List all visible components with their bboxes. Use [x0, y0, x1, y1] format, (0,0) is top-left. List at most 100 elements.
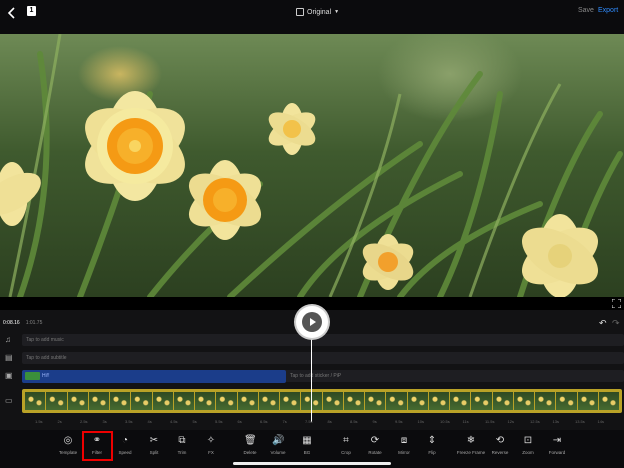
tool-fx-button[interactable]: ✧ FX — [196, 435, 226, 461]
filmstrip-frame — [492, 392, 513, 410]
filmstrip-frame — [535, 392, 556, 410]
aspect-ratio-selector[interactable]: Original ▼ — [296, 5, 339, 19]
time-ruler: 1.5s 2s 2.5s 3s 3.5s 4s 4.5s 5s 5.5s 6s 6.5s 7s 7.5s… — [0, 419, 624, 427]
tool-freeze-frame-button[interactable]: ❄ Freeze Frame — [456, 435, 486, 461]
filmstrip-frame — [25, 392, 46, 410]
ruler-tick-label: 12s — [507, 419, 514, 424]
tool-label: Template — [58, 450, 78, 455]
crop-icon: ⌗ — [343, 435, 349, 446]
ruler-tick-label: 4s — [147, 419, 152, 424]
filmstrip-frame — [131, 392, 152, 410]
fullscreen-icon[interactable] — [612, 299, 621, 308]
tool-speed-button[interactable]: ◔ Speed — [110, 435, 140, 461]
tool-label: Volume — [270, 450, 286, 455]
back-arrow-icon[interactable] — [4, 5, 20, 21]
filmstrip-frame — [450, 392, 471, 410]
zoom-icon: ⊡ — [523, 435, 533, 446]
filmstrip-frame — [428, 392, 449, 410]
filmstrip-frame — [46, 392, 67, 410]
filmstrip-frame — [322, 392, 343, 410]
template-icon: ◎ — [63, 435, 73, 446]
save-button[interactable]: Save — [578, 7, 594, 14]
ruler-tick-label: 2s — [57, 419, 62, 424]
filmstrip-frame — [598, 392, 619, 410]
tool-label: Freeze Frame — [456, 450, 486, 455]
daffodil-scene — [0, 34, 623, 297]
tool-delete-button[interactable]: 🗑 Delete — [235, 435, 265, 461]
ruler-tick-label: 8.5s — [350, 419, 358, 424]
tool-bg-button[interactable]: ▦ BG — [292, 435, 322, 461]
tool-volume-button[interactable]: 🔊 Volume — [263, 435, 293, 461]
filmstrip-frames — [25, 392, 619, 410]
filmstrip-frame — [195, 392, 216, 410]
delete-icon: 🗑 — [244, 435, 257, 446]
tool-label: Forward — [548, 450, 566, 455]
total-time: 1:01.75 — [25, 320, 43, 326]
video-clip-filmstrip[interactable] — [22, 389, 622, 413]
tool-label: Delete — [243, 450, 257, 455]
tool-label: Flip — [428, 450, 436, 455]
ruler-tick-label: 7s — [282, 419, 287, 424]
playhead[interactable] — [311, 330, 312, 422]
ruler-tick-label: 6.5s — [260, 419, 268, 424]
music-note-icon: ♫ — [5, 335, 11, 344]
tool-zoom-button[interactable]: ⊡ Zoom — [513, 435, 543, 461]
ruler-tick-label: 13.5s — [575, 419, 585, 424]
ruler-tick-label: 3s — [102, 419, 107, 424]
text-clip[interactable]: Hi!! — [22, 370, 286, 383]
current-time: 0:08.16 — [3, 320, 20, 326]
export-button[interactable]: Export — [598, 7, 618, 14]
filmstrip-frame — [386, 392, 407, 410]
chevron-down-icon: ▼ — [334, 9, 340, 15]
split-icon: ✂ — [149, 435, 159, 446]
filmstrip-frame — [152, 392, 173, 410]
ruler-tick-label: 13s — [552, 419, 559, 424]
ruler-tick-label: 10.5s — [440, 419, 450, 424]
tool-reverse-button[interactable]: ⟲ Reverse — [485, 435, 515, 461]
filmstrip-frame — [88, 392, 109, 410]
volume-icon: 🔊 — [272, 435, 285, 446]
tool-forward-button[interactable]: ⇥ Forward — [542, 435, 572, 461]
filmstrip-frame — [173, 392, 194, 410]
tool-label: FX — [208, 450, 214, 455]
tool-label: Reverse — [491, 450, 509, 455]
tool-label: BG — [303, 450, 311, 455]
filter-highlight-box — [82, 431, 113, 461]
tool-crop-button[interactable]: ⌗ Crop — [331, 435, 361, 461]
filmstrip-frame — [216, 392, 237, 410]
tool-trim-button[interactable]: ⧉ Trim — [167, 435, 197, 461]
tool-split-button[interactable]: ✂ Split — [139, 435, 169, 461]
tool-label: Speed — [118, 450, 132, 455]
home-indicator — [233, 462, 391, 465]
project-badge-icon[interactable]: 1 — [27, 6, 36, 16]
speed-icon: ◔ — [121, 435, 129, 446]
subtitle-icon: ▤ — [5, 353, 13, 362]
ruler-tick-label: 6s — [237, 419, 242, 424]
filmstrip-frame — [556, 392, 577, 410]
tool-mirror-button[interactable]: ⧈ Mirror — [389, 435, 419, 461]
trim-icon: ⧉ — [178, 435, 186, 446]
ruler-tick-label: 14s — [597, 419, 604, 424]
sticker-placeholder[interactable]: Tap to add sticker / PiP — [290, 373, 341, 379]
filmstrip-frame — [343, 392, 364, 410]
ruler-tick-label: 5.5s — [215, 419, 223, 424]
redo-icon[interactable]: ↷ — [612, 318, 620, 329]
filmstrip-frame — [365, 392, 386, 410]
aspect-ratio-icon — [296, 8, 304, 16]
tool-label: Mirror — [398, 450, 410, 455]
subtitle-track[interactable]: Tap to add subtitle — [22, 352, 624, 364]
tool-template-button[interactable]: ◎ Template — [53, 435, 83, 461]
music-track[interactable]: Tap to add music — [22, 334, 624, 346]
tool-rotate-button[interactable]: ⟳ Rotate — [360, 435, 390, 461]
ruler-tick-label: 1.5s — [35, 419, 43, 424]
forward-icon: ⇥ — [552, 435, 562, 446]
play-icon — [310, 318, 316, 326]
ruler-tick-label: 5s — [192, 419, 197, 424]
tool-flip-button[interactable]: ⇕ Flip — [417, 435, 447, 461]
music-placeholder: Tap to add music — [26, 337, 64, 343]
video-preview[interactable] — [0, 34, 624, 297]
filmstrip-frame — [513, 392, 534, 410]
undo-icon[interactable]: ↶ — [599, 318, 607, 329]
subtitle-placeholder: Tap to add subtitle — [26, 355, 67, 361]
play-button[interactable] — [296, 306, 328, 338]
